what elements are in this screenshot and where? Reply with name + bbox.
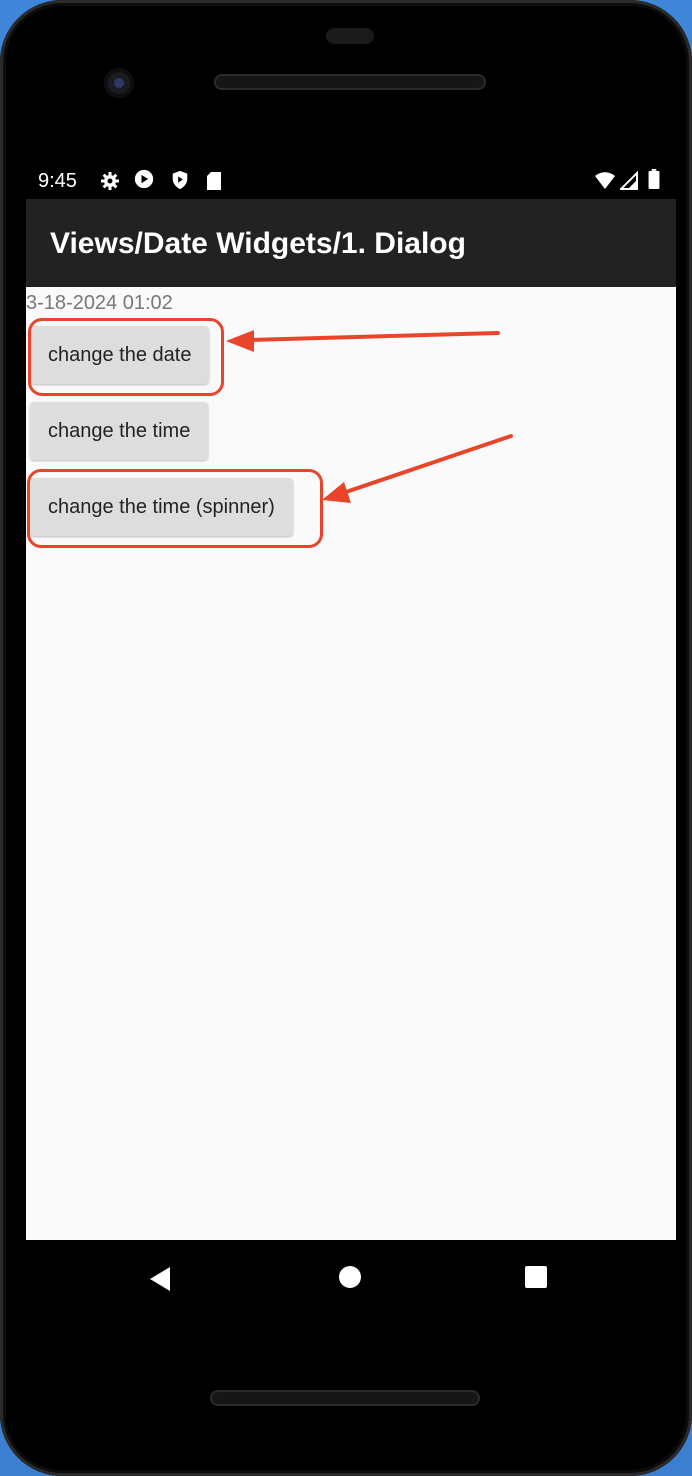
front-camera-icon (104, 68, 134, 98)
speaker-grille-bottom (210, 1390, 480, 1406)
cell-signal-icon (620, 171, 638, 190)
status-time: 9:45 (38, 170, 77, 192)
phone-frame: 9:45 Views/Date Widgets/1. Dialog 3-18-2… (0, 0, 692, 1476)
app-bar: Views/Date Widgets/1. Dialog (26, 199, 676, 287)
highlight-box-change-time-spinner (27, 469, 323, 548)
date-time-display: 3-18-2024 01:02 (26, 292, 173, 314)
earpiece-top (326, 28, 374, 44)
home-icon[interactable] (338, 1265, 362, 1289)
navigation-bar (26, 1240, 676, 1320)
shield-icon (172, 170, 188, 190)
highlight-box-change-date (28, 318, 224, 396)
sd-card-icon (207, 172, 221, 190)
battery-icon (648, 169, 660, 189)
page-title: Views/Date Widgets/1. Dialog (50, 227, 466, 260)
speaker-grille-top (214, 74, 486, 90)
recents-icon[interactable] (524, 1265, 548, 1289)
wifi-icon (595, 172, 615, 189)
change-time-button[interactable]: change the time (30, 402, 209, 460)
back-icon[interactable] (148, 1266, 172, 1292)
status-bar: 9:45 (26, 162, 676, 199)
play-circle-icon (134, 169, 154, 189)
gear-icon (101, 172, 119, 190)
